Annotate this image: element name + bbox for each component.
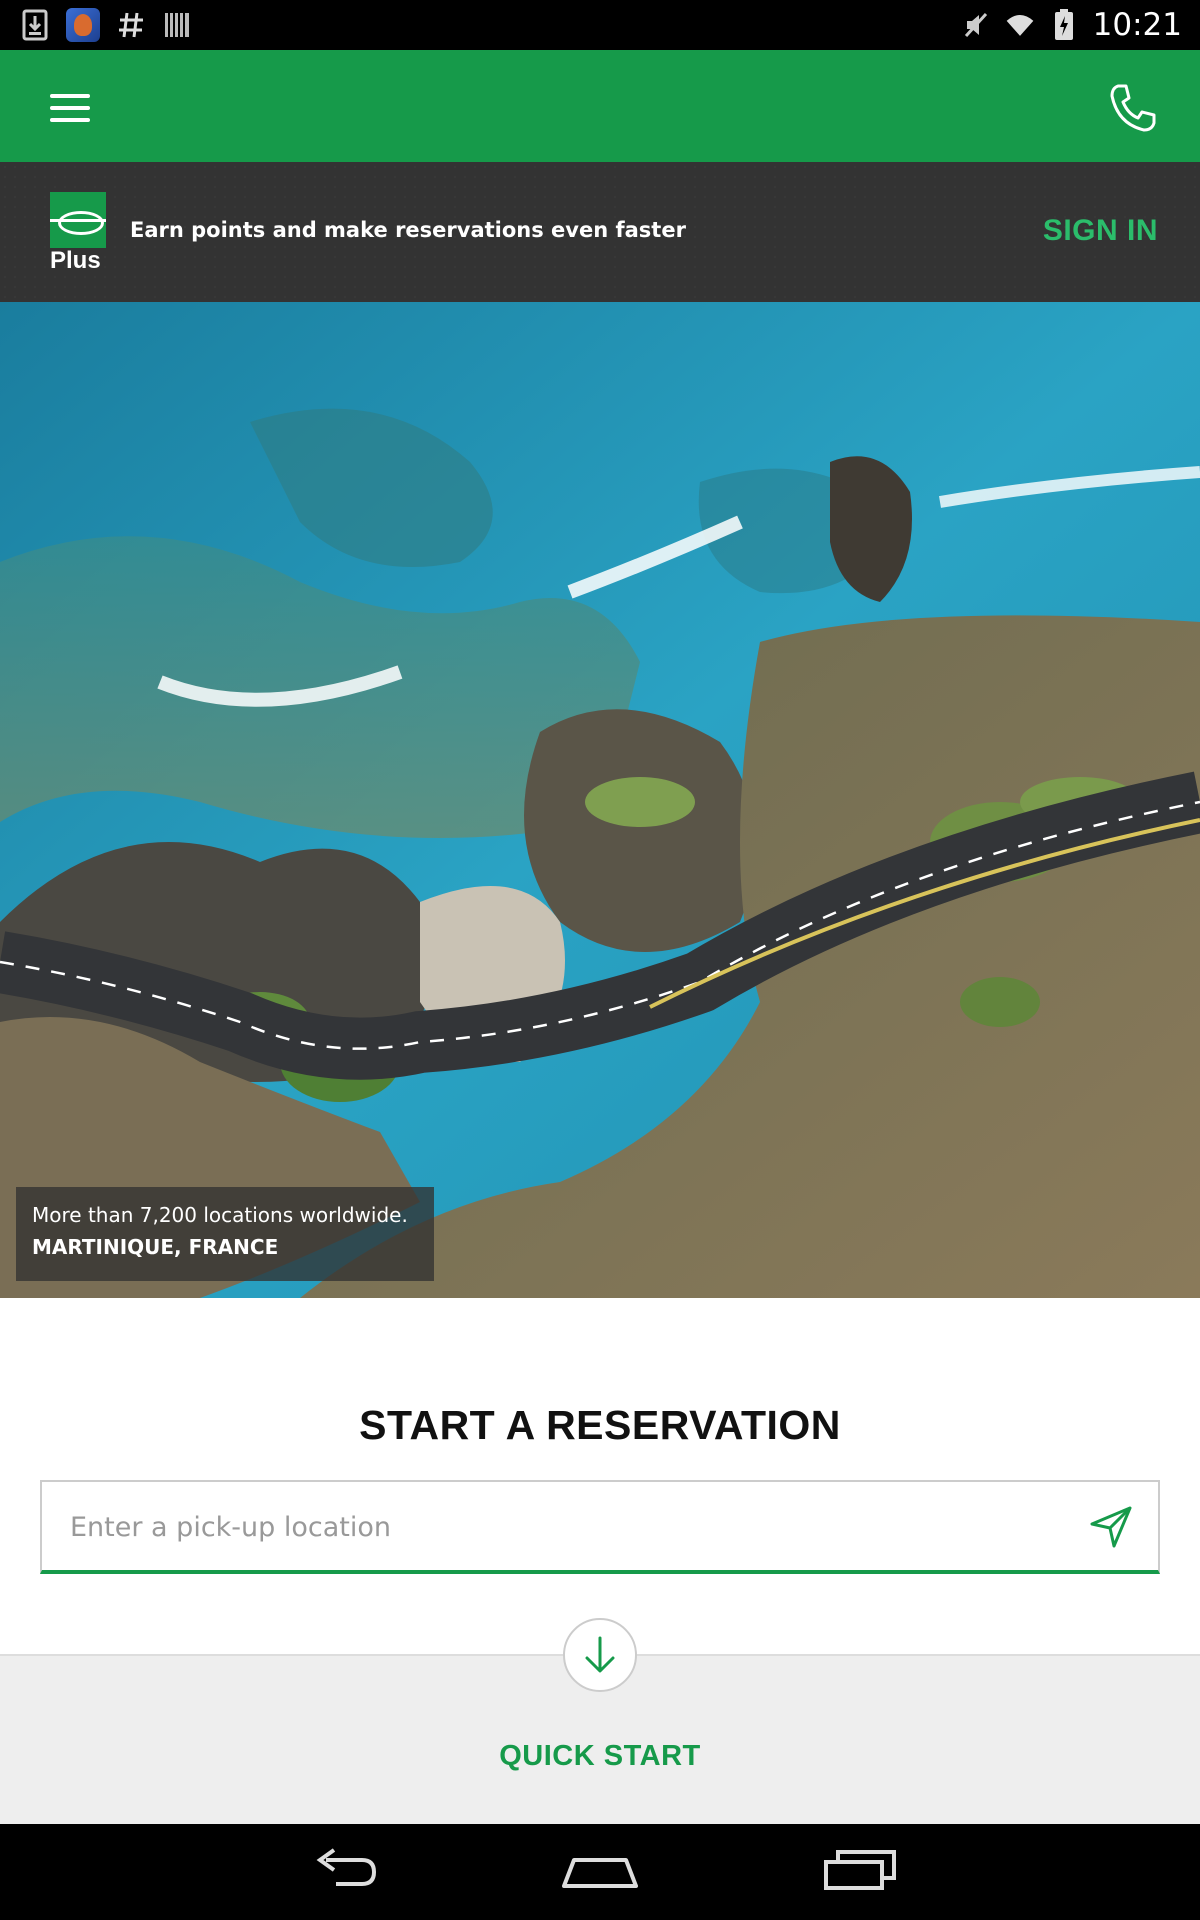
barcode-icon — [162, 9, 192, 41]
enterprise-logo-icon — [50, 192, 106, 248]
status-notifications — [20, 8, 192, 42]
plus-logo-text: Plus — [50, 247, 101, 274]
status-system: 10:21 — [961, 6, 1182, 44]
download-icon — [20, 9, 50, 41]
coastline-aerial-photo — [0, 302, 1200, 1298]
clock: 10:21 — [1092, 7, 1182, 43]
pickup-location-input[interactable] — [70, 1500, 1030, 1554]
photo-caption: More than 7,200 locations worldwide. MAR… — [16, 1187, 434, 1281]
app-icon — [66, 8, 100, 42]
pickup-location-field[interactable] — [40, 1480, 1160, 1574]
phone-button[interactable] — [1104, 80, 1160, 136]
menu-icon-bar — [50, 106, 90, 110]
menu-icon-bar — [50, 118, 90, 122]
battery-icon — [1049, 9, 1079, 41]
plus-logo: Plus — [50, 192, 110, 274]
arrow-down-icon — [585, 1636, 615, 1673]
phone-icon — [1110, 84, 1156, 132]
system-nav-bar — [0, 1824, 1200, 1920]
navigation-arrow-icon — [1090, 1506, 1132, 1548]
back-icon — [316, 1848, 377, 1886]
expand-quick-start-button[interactable] — [563, 1618, 637, 1692]
use-current-location-button[interactable] — [1086, 1502, 1136, 1552]
caption-location: MARTINIQUE, FRANCE — [32, 1235, 279, 1259]
back-button[interactable] — [306, 1846, 386, 1896]
recents-button[interactable] — [820, 1846, 900, 1896]
status-bar: 10:21 — [0, 0, 1200, 50]
home-button[interactable] — [560, 1846, 640, 1896]
menu-button[interactable] — [44, 88, 100, 128]
app-bar — [0, 50, 1200, 162]
reservation-title: START A RESERVATION — [359, 1402, 841, 1448]
loyalty-banner: Plus Earn points and make reservations e… — [0, 162, 1200, 302]
loyalty-message: Earn points and make reservations even f… — [130, 218, 686, 242]
caption-tagline: More than 7,200 locations worldwide. — [32, 1203, 408, 1227]
recents-icon — [824, 1850, 896, 1890]
hero-image: More than 7,200 locations worldwide. MAR… — [0, 302, 1200, 1298]
sign-in-button[interactable]: SIGN IN — [1043, 214, 1158, 248]
wifi-icon — [1005, 9, 1035, 41]
quick-start-button[interactable]: QUICK START — [0, 1740, 1200, 1773]
reservation-section: START A RESERVATION — [0, 1298, 1200, 1654]
hash-icon — [116, 9, 146, 41]
mute-icon — [961, 9, 991, 41]
home-icon — [562, 1858, 638, 1888]
menu-icon — [50, 94, 90, 98]
